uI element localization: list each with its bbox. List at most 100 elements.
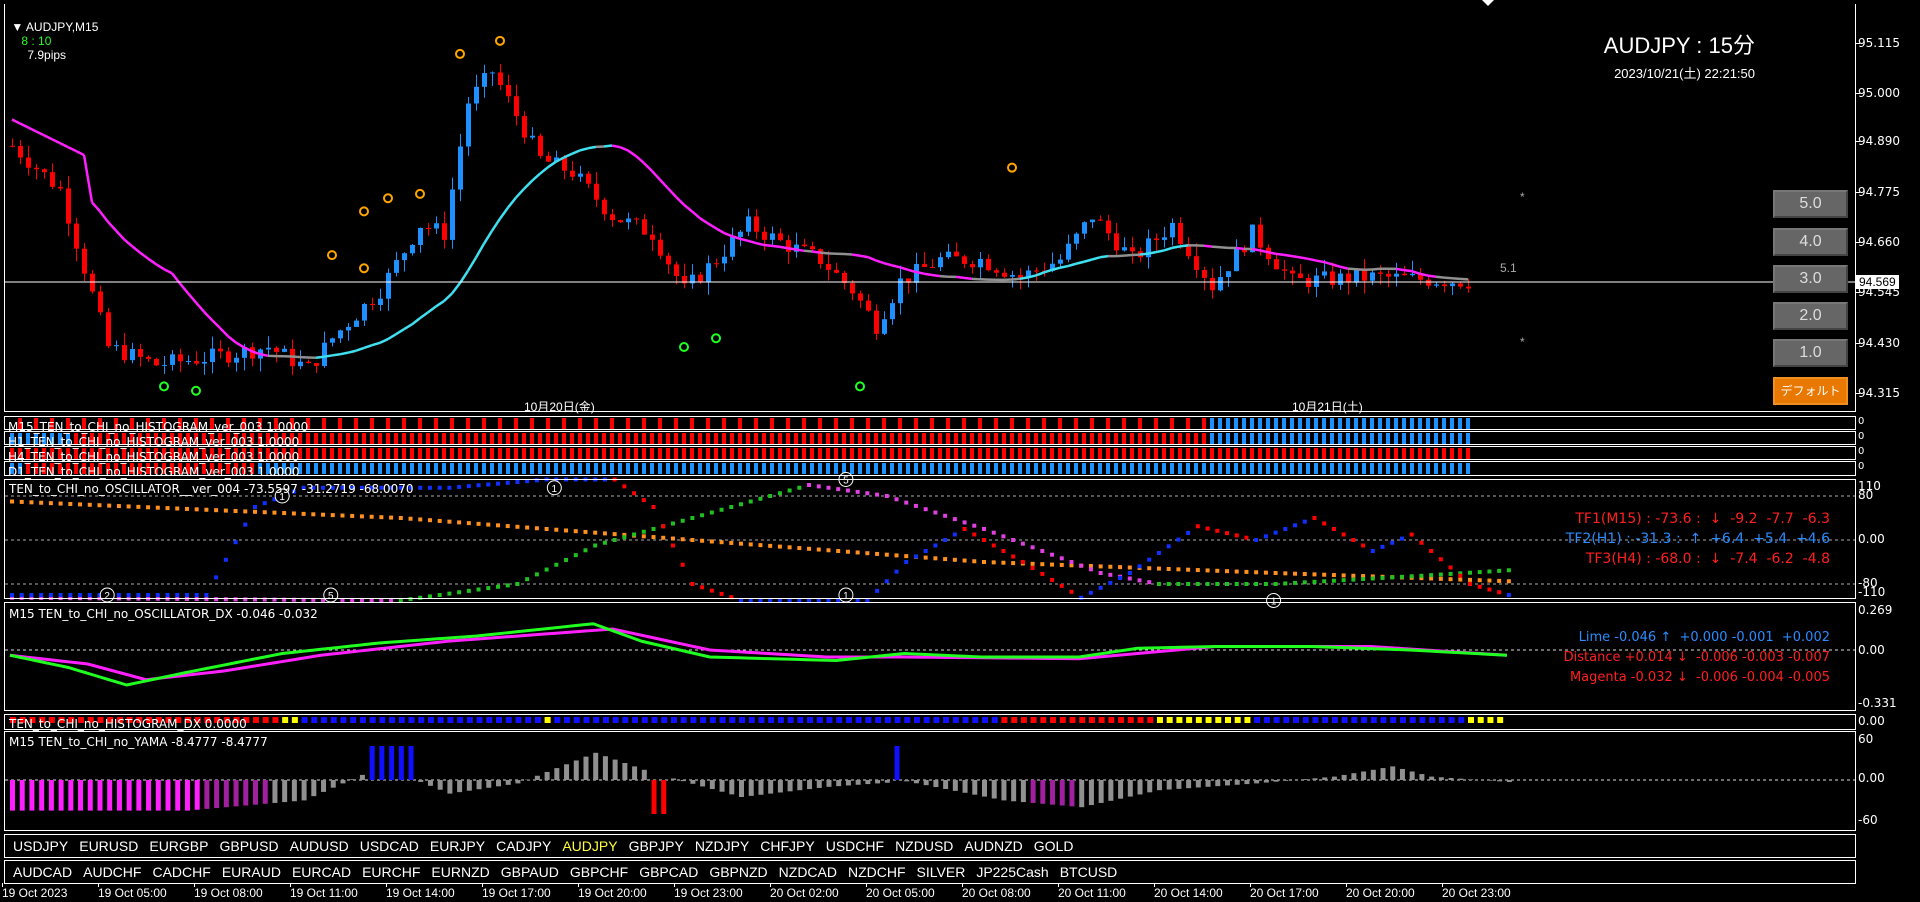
oscillator-tf1-readout: TF1(M15) : -73.6 : ↓ -9.2 -7.7 -6.3 xyxy=(1575,511,1830,527)
symbol-button-gbpusd[interactable]: GBPUSD xyxy=(219,838,278,854)
symbol-button-gbpchf[interactable]: GBPCHF xyxy=(570,864,628,880)
sell-signal-circle xyxy=(1007,162,1017,173)
symbol-button-eurjpy[interactable]: EURJPY xyxy=(430,838,485,854)
price-tick-label: 94.430 xyxy=(1858,335,1900,350)
symbol-button-nzdjpy[interactable]: NZDJPY xyxy=(695,838,749,854)
candle-body xyxy=(1090,219,1095,223)
candle-body xyxy=(626,218,631,223)
symbol-button-euraud[interactable]: EURAUD xyxy=(222,864,281,880)
moving-average-segment xyxy=(27,126,37,133)
moving-average-segment xyxy=(667,187,677,198)
symbol-button-eurcad[interactable]: EURCAD xyxy=(292,864,351,880)
time-tick xyxy=(1154,883,1155,887)
symbol-button-jp225cash[interactable]: JP225Cash xyxy=(976,864,1048,880)
moving-average-segment xyxy=(1035,271,1045,277)
moving-average-segment xyxy=(1451,276,1461,281)
moving-average-segment xyxy=(1411,269,1421,275)
level-3-button[interactable]: 3.0 xyxy=(1773,265,1848,293)
moving-average-segment xyxy=(659,178,669,190)
candle-body xyxy=(306,361,311,364)
candle-body xyxy=(1378,272,1383,274)
level-4-button[interactable]: 4.0 xyxy=(1773,228,1848,256)
symbol-button-audchf[interactable]: AUDCHF xyxy=(83,864,141,880)
moving-average-segment xyxy=(1347,267,1357,271)
candle-body xyxy=(802,244,807,247)
moving-average-segment xyxy=(1323,260,1333,266)
symbol-button-usdcad[interactable]: USDCAD xyxy=(360,838,419,854)
symbol-button-cadjpy[interactable]: CADJPY xyxy=(496,838,551,854)
time-tick-label: 19 Oct 14:00 xyxy=(386,886,455,900)
candle-body xyxy=(234,357,239,363)
moving-average-segment xyxy=(1099,254,1109,259)
symbol-button-gbpcad[interactable]: GBPCAD xyxy=(639,864,698,880)
symbol-button-audjpy[interactable]: AUDJPY xyxy=(562,838,617,854)
moving-average-segment xyxy=(427,305,437,314)
symbol-button-gbpjpy[interactable]: GBPJPY xyxy=(629,838,684,854)
moving-average-segment xyxy=(1091,256,1101,261)
moving-average-segment xyxy=(443,292,453,302)
candle-body xyxy=(858,293,863,301)
candle-body xyxy=(194,360,199,364)
candle-body xyxy=(426,227,431,229)
candle-body xyxy=(1066,243,1071,260)
symbol-button-nzdchf[interactable]: NZDCHF xyxy=(848,864,906,880)
level-5-button[interactable]: 5.0 xyxy=(1773,190,1848,218)
candle-body xyxy=(762,231,767,240)
symbol-button-btcusd[interactable]: BTCUSD xyxy=(1060,864,1118,880)
moving-average-segment xyxy=(723,231,733,238)
oscillator-tf2-readout: TF2(H1) : -31.3 : ↑ +6.4 +5.4 +4.6 xyxy=(1565,531,1830,547)
symbol-button-gbpaud[interactable]: GBPAUD xyxy=(501,864,559,880)
candle-body xyxy=(410,244,415,254)
symbol-button-eurgbp[interactable]: EURGBP xyxy=(149,838,208,854)
symbol-button-usdchf[interactable]: USDCHF xyxy=(826,838,884,854)
symbol-button-audnzd[interactable]: AUDNZD xyxy=(964,838,1022,854)
candle-body xyxy=(226,351,231,363)
symbol-button-eurnzd[interactable]: EURNZD xyxy=(431,864,489,880)
moving-average-segment xyxy=(1179,244,1189,248)
candle-body xyxy=(1386,273,1391,277)
candle-body xyxy=(186,360,191,362)
symbol-button-audusd[interactable]: AUDUSD xyxy=(290,838,349,854)
symbol-button-eurchf[interactable]: EURCHF xyxy=(362,864,420,880)
moving-average-segment xyxy=(323,354,333,358)
symbol-button-nzdusd[interactable]: NZDUSD xyxy=(895,838,953,854)
symbol-button-usdjpy[interactable]: USDJPY xyxy=(13,838,68,854)
time-tick-label: 20 Oct 20:00 xyxy=(1346,886,1415,900)
level-1-button[interactable]: 1.0 xyxy=(1773,339,1848,367)
candle-body xyxy=(1074,233,1079,244)
moving-average-segment xyxy=(939,274,949,278)
time-tick xyxy=(674,883,675,887)
moving-average-segment xyxy=(75,149,85,157)
symbol-button-nzdcad[interactable]: NZDCAD xyxy=(779,864,837,880)
dx-lime-readout: Lime -0.046 ↑ +0.000 -0.001 +0.002 xyxy=(1578,630,1830,645)
moving-average-segment xyxy=(99,210,109,223)
moving-average-segment xyxy=(587,145,597,150)
symbol-button-chfjpy[interactable]: CHFJPY xyxy=(760,838,814,854)
symbol-button-cadchf[interactable]: CADCHF xyxy=(152,864,210,880)
time-tick xyxy=(1442,883,1443,887)
symbol-button-silver[interactable]: SILVER xyxy=(917,864,966,880)
candle-body xyxy=(138,349,143,357)
candle-body xyxy=(1362,270,1367,281)
default-button[interactable]: デフォルト xyxy=(1773,377,1848,405)
level-2-button[interactable]: 2.0 xyxy=(1773,302,1848,330)
symbol-button-audcad[interactable]: AUDCAD xyxy=(13,864,72,880)
level-label: 5.1 xyxy=(1500,261,1517,275)
star-marker: * xyxy=(1520,190,1525,204)
candle-body xyxy=(530,135,535,138)
moving-average-segment xyxy=(403,323,413,331)
candle-body xyxy=(1178,222,1183,244)
osc-axis-80: 80 xyxy=(1858,488,1874,502)
symbol-button-gbpnzd[interactable]: GBPNZD xyxy=(709,864,767,880)
price-tick-label: 94.315 xyxy=(1858,385,1900,400)
candle-body xyxy=(834,269,839,273)
overlay-datetime: 2023/10/21(土) 22:21:50 xyxy=(1614,66,1755,81)
symbol-button-eurusd[interactable]: EURUSD xyxy=(79,838,138,854)
candle-body xyxy=(850,283,855,294)
moving-average-segment xyxy=(107,220,117,232)
symbol-button-gold[interactable]: GOLD xyxy=(1034,838,1074,854)
candle-body xyxy=(1298,273,1303,279)
candle-body xyxy=(1130,247,1135,252)
oscillator-title: TEN_to_CHI_no_OSCILLATOR__ver_004 -73.55… xyxy=(9,482,414,496)
buy-signal-circle xyxy=(159,381,169,392)
